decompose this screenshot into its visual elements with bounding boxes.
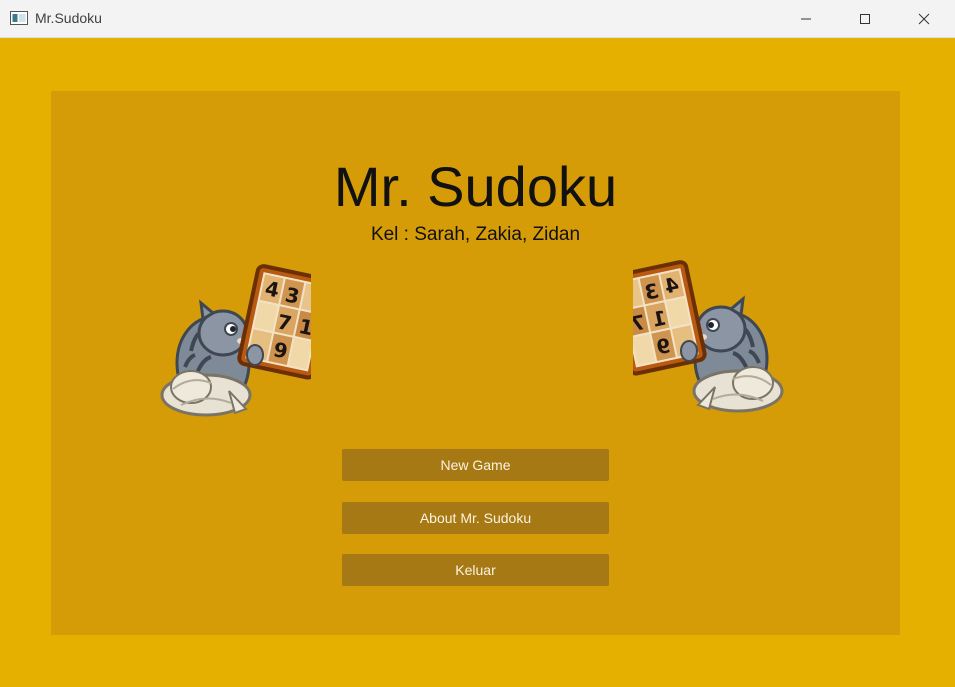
minimize-icon: [801, 18, 811, 20]
page-title: Mr. Sudoku: [333, 155, 618, 218]
title-bar: Mr.Sudoku: [0, 0, 955, 38]
close-button[interactable]: [895, 0, 953, 38]
app-background: Mr. Sudoku Kel : Sarah, Zakia, Zidan 4 3…: [0, 38, 955, 687]
maximize-icon: [860, 14, 870, 24]
about-button[interactable]: About Mr. Sudoku: [342, 502, 609, 534]
maximize-button[interactable]: [836, 0, 894, 38]
window-app-icon: [10, 11, 28, 30]
mascot-cat-right: 4 3 1 7 9: [609, 259, 793, 429]
new-game-button[interactable]: New Game: [342, 449, 609, 481]
window-title: Mr.Sudoku: [35, 10, 102, 26]
group-members-label: Kel : Sarah, Zakia, Zidan: [370, 224, 581, 245]
minimize-button[interactable]: [777, 0, 835, 38]
mascot-cat-left: 4 3 7 1 9: [151, 263, 335, 433]
exit-button[interactable]: Keluar: [342, 554, 609, 586]
main-panel: Mr. Sudoku Kel : Sarah, Zakia, Zidan 4 3…: [51, 91, 900, 635]
close-icon: [918, 13, 930, 25]
